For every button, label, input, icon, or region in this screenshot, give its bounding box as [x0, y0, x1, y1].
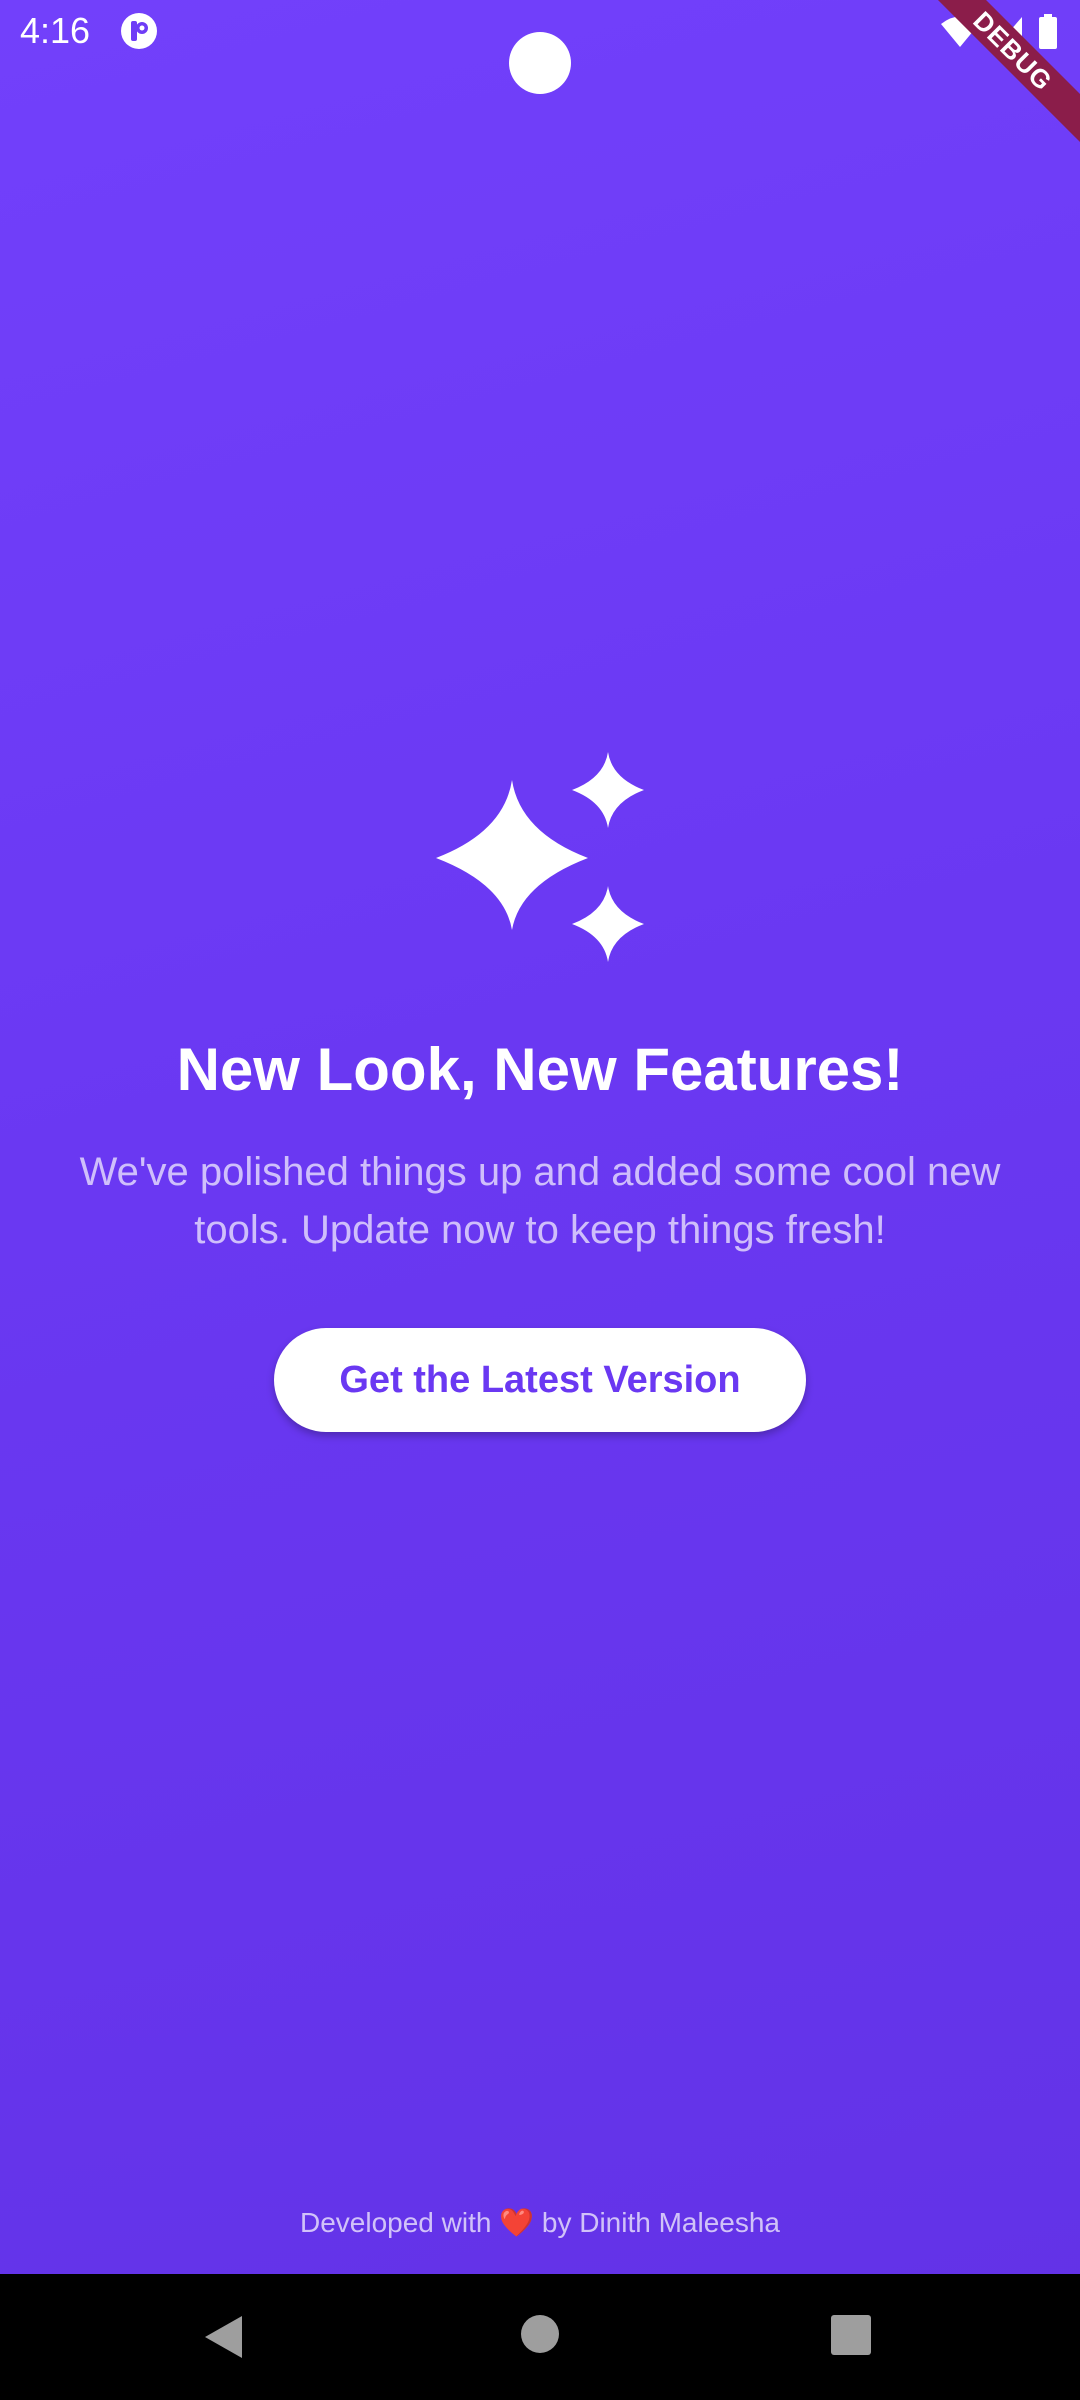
battery-icon [1039, 14, 1057, 49]
system-nav-bar [0, 2274, 1080, 2400]
home-icon[interactable] [520, 2314, 560, 2354]
developer-credit: Developed with ❤️ by Dinith Maleesha [0, 2206, 1080, 2239]
sparkles-icon [436, 752, 644, 962]
recents-icon[interactable] [830, 2314, 872, 2356]
get-latest-version-button[interactable]: Get the Latest Version [274, 1328, 806, 1432]
headline: New Look, New Features! [176, 1036, 904, 1103]
status-time: 4:16 [20, 10, 91, 51]
credit-suffix: by Dinith Maleesha [541, 2207, 780, 2238]
update-screen: 4:16 DEBUG New Look, New Features! We've… [0, 0, 1080, 2400]
heart-icon: ❤️ [499, 2207, 535, 2238]
back-icon[interactable] [202, 2314, 246, 2360]
credit-prefix: Developed with [299, 2207, 492, 2238]
camera-cutout [509, 32, 571, 94]
app-notification-icon [121, 13, 157, 49]
subtext: We've polished things up and added some … [79, 1150, 1001, 1252]
